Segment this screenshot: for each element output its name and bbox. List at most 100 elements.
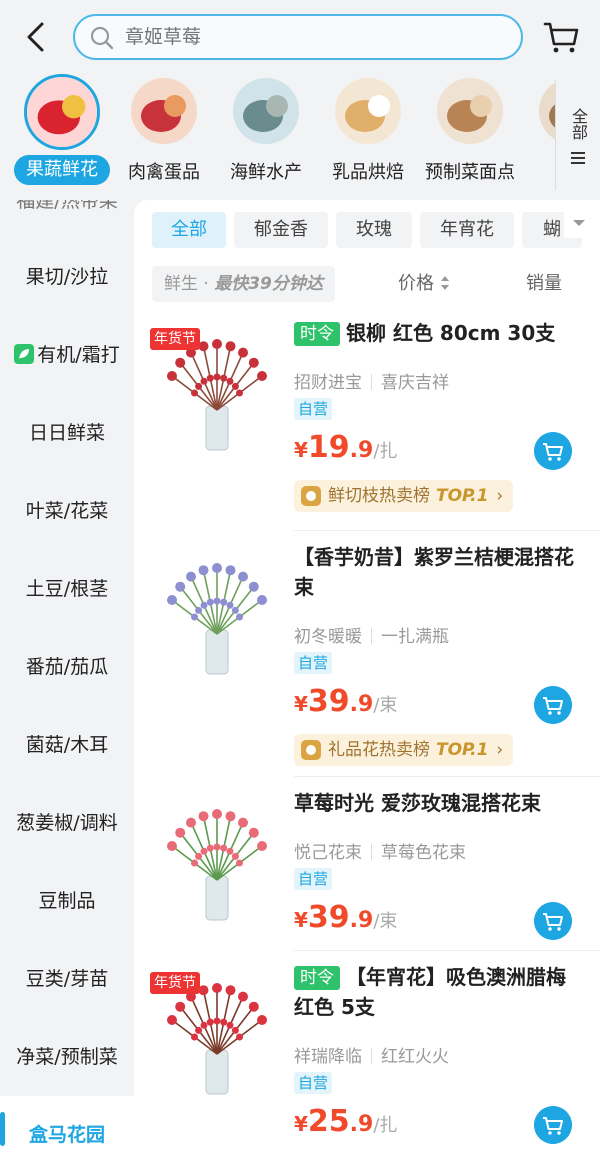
sidebar-item-label: 日日鲜菜 [28,422,105,444]
category-5[interactable]: 餐 [520,72,555,190]
category-3[interactable]: 乳品烘焙 [316,72,420,190]
sidebar-item-4[interactable]: 土豆/根茎 [0,550,134,628]
filter-chips: 全部 郁金香 玫瑰 年宵花蝴 [134,212,600,252]
product-tags: 初冬暖暖 一扎满瓶 [294,622,449,647]
sidebar-item-7[interactable]: 葱姜椒/调料 [0,784,134,862]
sidebar-item-9[interactable]: 豆类/芽苗 [0,940,134,1018]
filter-chip-1[interactable]: 郁金香 [234,212,328,248]
price-currency: ¥ [294,1112,308,1136]
sidebar-item-label: 有机/霜打 [37,344,120,366]
self-operated-badge: 自营 [294,1072,333,1094]
price-decimal: .9 [349,908,374,933]
all-categories-button[interactable]: 全部 [555,80,600,190]
category-0[interactable]: 果蔬鲜花 [10,72,114,190]
self-operated-badge: 自营 [294,398,333,420]
rank-top: TOP.1 [436,486,489,506]
sidebar-item-3[interactable]: 叶菜/花菜 [0,472,134,550]
price-integer: 19 [307,430,350,465]
cart-icon[interactable] [542,18,580,56]
medal-icon [301,486,321,506]
product-tag: 红红火火 [381,1047,449,1067]
category-2[interactable]: 海鲜水产 [214,72,318,190]
sidebar-item-5[interactable]: 番茄/茄瓜 [0,628,134,706]
chevron-down-icon [573,220,585,226]
add-to-cart-icon[interactable] [534,432,572,470]
rank-banner[interactable]: 鲜切枝热卖榜 TOP.1 › [294,480,514,512]
price-integer: 25 [307,1104,350,1139]
sidebar-item-2[interactable]: 日日鲜菜 [0,394,134,472]
search-box[interactable] [73,14,523,60]
product-title-block[interactable]: 时令 【年宵花】吸色澳洲腊梅 红色 5支 [294,962,590,1022]
product-tag: 初冬暖暖 [294,627,362,647]
price-currency: ¥ [294,692,308,716]
product-tag: 一扎满瓶 [381,627,449,647]
price-decimal: .9 [349,438,374,463]
sidebar-item-partial[interactable]: 福建/热带果 [0,200,134,240]
product-price: ¥39.9/束 [294,684,397,719]
sort-bar: 鲜生 · 最快39分钟达 价格 销量 [134,262,600,306]
product-price: ¥19.9/扎 [294,430,397,465]
meat-icon [131,78,197,144]
category-label: 肉禽蛋品 [128,162,200,183]
sidebar-item-8[interactable]: 豆制品 [0,862,134,940]
sidebar-item-label: 净菜/预制菜 [16,1046,118,1068]
category-label: 海鲜水产 [230,162,302,183]
sidebar-item-label: 盒马花园 [28,1124,105,1146]
product-tag: 悦己花束 [294,843,362,863]
product-title-block[interactable]: 【香芋奶昔】紫罗兰桔梗混搭花束 [294,542,590,602]
price-unit: /束 [373,911,398,932]
sort-sales-button[interactable]: 销量 [526,266,562,302]
product-title-block[interactable]: 草莓时光 爱莎玫瑰混搭花束 [294,788,590,818]
category-1[interactable]: 肉禽蛋品 [112,72,216,190]
product-title-block[interactable]: 时令 银柳 红色 80cm 30支 [294,318,590,348]
product-tags: 祥瑞降临 红红火火 [294,1042,449,1067]
filter-chip-3[interactable]: 年宵花 [420,212,514,248]
sidebar-item-1[interactable]: 有机/霜打 [0,316,134,394]
medal-icon [301,740,321,760]
price-decimal: .9 [349,692,374,717]
seasonal-tag: 时令 [294,322,340,346]
product-tag: 祥瑞降临 [294,1047,362,1067]
product-tag: 喜庆吉祥 [381,373,449,393]
fruit-flower-icon [24,74,100,150]
product-image [167,809,267,921]
chips-expand-button[interactable] [564,208,594,238]
prepared-food-icon [437,78,503,144]
sidebar-item-label: 菌菇/木耳 [25,734,109,756]
sidebar-item-label: 番茄/茄瓜 [25,656,109,678]
delivery-filter[interactable]: 鲜生 · 最快39分钟达 [152,266,335,302]
rank-banner[interactable]: 礼品花热卖榜 TOP.1 › [294,734,514,766]
divider [294,776,600,777]
sidebar-item-label: 果切/沙拉 [25,266,109,288]
menu-lines-icon [571,152,585,164]
divider [294,530,600,531]
category-4[interactable]: 预制菜面点 [418,72,522,190]
add-to-cart-icon[interactable] [534,902,572,940]
add-to-cart-icon[interactable] [534,1106,572,1144]
filter-chip-0[interactable]: 全部 [152,212,226,248]
product-tag: 草莓色花束 [381,843,466,863]
sidebar-item-10[interactable]: 净菜/预制菜 [0,1018,134,1096]
product-price: ¥39.9/束 [294,900,397,935]
price-unit: /束 [373,695,398,716]
filter-chip-2[interactable]: 玫瑰 [336,212,412,248]
sidebar-item-6[interactable]: 菌菇/木耳 [0,706,134,784]
rank-label: 鲜切枝热卖榜 [328,486,430,506]
chevron-right-icon: › [496,486,504,506]
back-arrow-icon[interactable] [20,20,54,54]
sidebar-item-0[interactable]: 果切/沙拉 [0,238,134,316]
sidebar-item-label: 豆类/芽苗 [25,968,109,990]
seafood-icon [233,78,299,144]
product-title: 【香芋奶昔】紫罗兰桔梗混搭花束 [294,545,574,599]
self-operated-badge: 自营 [294,652,333,674]
add-to-cart-icon[interactable] [534,686,572,724]
category-label: 乳品烘焙 [332,162,404,183]
sort-price-button[interactable]: 价格 [398,266,450,302]
search-input[interactable] [125,22,505,52]
festival-badge: 年货节 [150,972,200,994]
sidebar-item-label: 叶菜/花菜 [25,500,109,522]
price-currency: ¥ [294,908,308,932]
sidebar-item-11[interactable]: 盒马花园 [0,1096,134,1160]
sidebar-item-label: 豆制品 [38,890,96,912]
sort-arrows-icon [440,276,449,290]
